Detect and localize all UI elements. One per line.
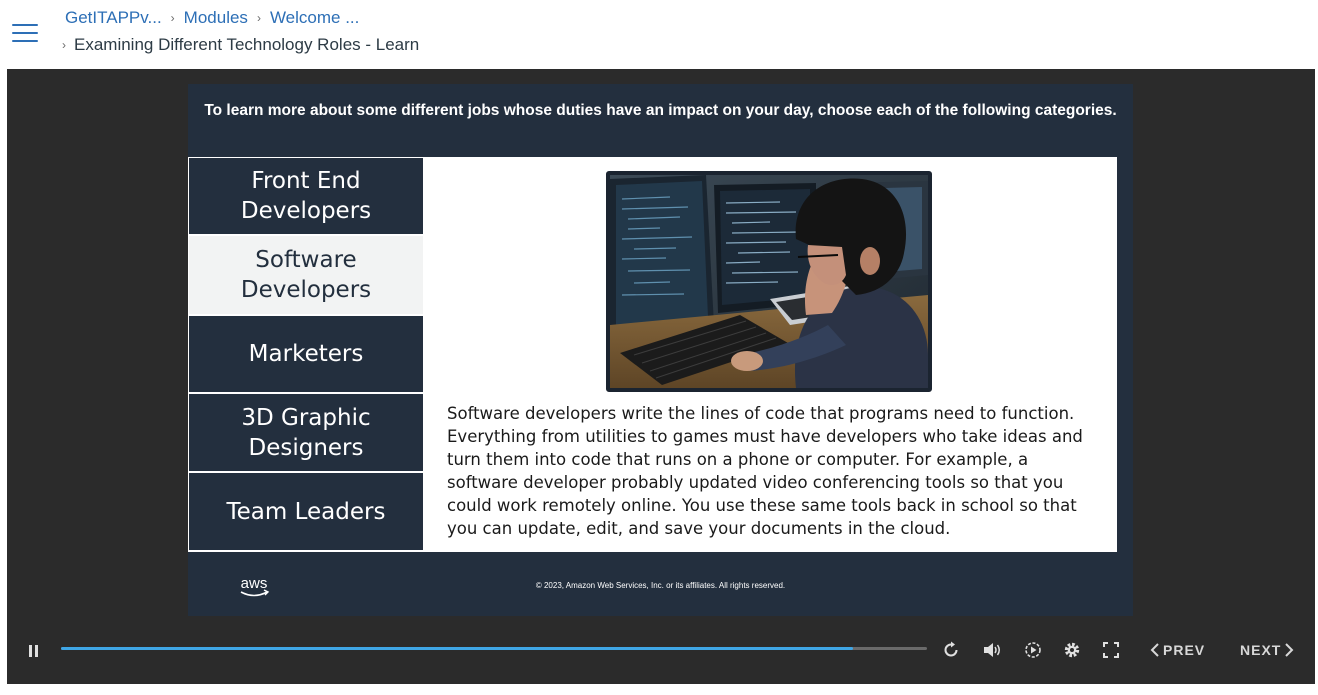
tab-label-line1: Front End [251,168,361,194]
breadcrumb: GetITAPPv... › Modules › Welcome ... [65,7,359,29]
breadcrumb-chevron-icon: › [256,11,261,25]
breadcrumb-welcome[interactable]: Welcome ... [270,8,359,28]
breadcrumb-course[interactable]: GetITAPPv... [65,8,162,28]
lesson-player: To learn more about some different jobs … [7,69,1315,684]
tab-3d-graphic-designers[interactable]: 3D Graphic Designers [189,394,423,471]
chevron-right-icon [1285,643,1294,657]
slide-content-panel: Front End Developers Software Developers M… [188,157,1117,552]
tab-label-line2: Designers [248,434,364,461]
next-button[interactable]: NEXT [1240,640,1294,660]
playback-speed-icon[interactable] [1022,639,1044,661]
breadcrumb-chevron-icon: › [170,11,175,25]
category-tabs: Front End Developers Software Developers M… [188,157,424,552]
developer-photo [606,171,932,392]
next-label: NEXT [1240,642,1282,658]
breadcrumb-chevron-icon: › [62,38,66,52]
slide: To learn more about some different jobs … [188,84,1133,616]
volume-icon[interactable] [981,639,1003,661]
replay-icon[interactable] [940,639,962,661]
prev-label: PREV [1163,642,1206,658]
tab-label-line2: Developers [240,198,372,224]
tab-label-line1: Software [255,247,357,273]
page-title: Examining Different Technology Roles - L… [74,35,420,54]
page-header: GetITAPPv... › Modules › Welcome ... › E… [0,0,1318,69]
tab-label-line1: 3D Graphic [241,404,371,431]
player-controls: PREV NEXT [7,634,1315,684]
tab-team-leaders[interactable]: Team Leaders [189,473,423,550]
hamburger-icon[interactable] [12,24,38,44]
chevron-left-icon [1150,643,1159,657]
fullscreen-icon[interactable] [1100,639,1122,661]
tab-label-line2: Developers [240,277,372,303]
progress-bar[interactable] [61,647,927,650]
app-root: GetITAPPv... › Modules › Welcome ... › E… [0,0,1318,695]
progress-fill [61,647,854,650]
prev-button[interactable]: PREV [1150,640,1205,660]
role-description: Software developers write the lines of c… [447,404,1083,538]
breadcrumb-modules[interactable]: Modules [184,8,248,28]
tab-front-end-developers[interactable]: Front End Developers [189,158,423,234]
breadcrumb-current: › Examining Different Technology Roles -… [62,34,419,56]
tab-marketers[interactable]: Marketers [189,316,423,392]
copyright-text: © 2023, Amazon Web Services, Inc. or its… [535,581,786,590]
slide-instruction: To learn more about some different jobs … [204,102,1117,119]
tab-label-line1: Marketers [248,341,364,367]
tab-software-developers[interactable]: Software Developers [189,236,423,314]
settings-gear-icon[interactable] [1061,639,1083,661]
pause-icon[interactable] [27,643,41,659]
tab-label-line1: Team Leaders [226,498,386,525]
